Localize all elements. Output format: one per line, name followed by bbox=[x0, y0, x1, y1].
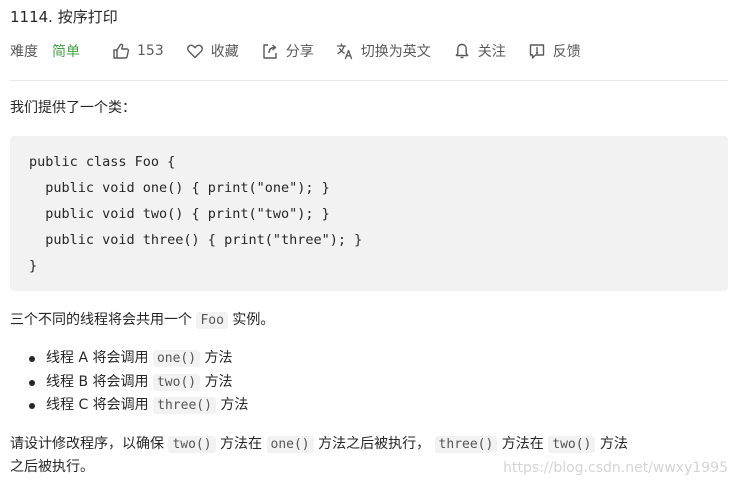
feedback-label: 反馈 bbox=[552, 44, 581, 60]
sentence-text: 三个不同的线程将会共用一个 bbox=[10, 312, 192, 328]
inline-code: one() bbox=[266, 436, 314, 453]
code-line: } bbox=[29, 258, 38, 274]
sentence-text: 方法之后被执行， bbox=[318, 436, 431, 452]
sentence-text: 方法在 bbox=[501, 436, 544, 452]
code-line: public void two() { print("two"); } bbox=[29, 206, 330, 222]
problem-toolbar: 难度 简单 153 收藏 分享 切换为英文 关注 反馈 bbox=[10, 40, 603, 62]
list-item: 线程 B 将会调用 two() 方法 bbox=[29, 371, 248, 395]
code-block: public class Foo { public void one() { p… bbox=[10, 136, 728, 291]
feedback-icon bbox=[528, 42, 546, 60]
inline-code: three() bbox=[153, 397, 216, 414]
list-item: 线程 A 将会调用 one() 方法 bbox=[29, 347, 248, 371]
list-item-text: 线程 A 将会调用 bbox=[46, 350, 149, 366]
share-button[interactable]: 分享 bbox=[261, 41, 314, 61]
intro-text: 我们提供了一个类： bbox=[10, 100, 136, 116]
list-item: 线程 C 将会调用 three() 方法 bbox=[29, 394, 249, 418]
inline-code: Foo bbox=[196, 312, 228, 329]
heart-icon bbox=[186, 42, 204, 60]
follow-label: 关注 bbox=[477, 44, 506, 60]
design-requirement-continued: 之后被执行。 bbox=[10, 459, 94, 475]
bell-icon bbox=[453, 42, 471, 60]
difficulty-label: 难度 bbox=[10, 44, 38, 60]
share-icon bbox=[261, 42, 279, 60]
sentence-text: 请设计修改程序，以确保 bbox=[10, 436, 164, 452]
watermark: https://blog.csdn.net/wwxy1995 bbox=[503, 460, 728, 476]
code-line: public class Foo { bbox=[29, 154, 176, 170]
design-requirement: 请设计修改程序，以确保 two() 方法在 one() 方法之后被执行， thr… bbox=[10, 433, 628, 456]
inline-code: one() bbox=[152, 350, 201, 367]
inline-code: two() bbox=[168, 436, 216, 453]
list-item-text: 方法 bbox=[204, 373, 233, 390]
list-item-text: 方法 bbox=[220, 397, 249, 413]
list-item-text: 线程 B 将会调用 bbox=[46, 373, 149, 390]
list-item-text: 方法 bbox=[204, 350, 233, 366]
sentence-text: 方法 bbox=[599, 436, 628, 452]
difficulty-badge[interactable]: 简单 bbox=[52, 41, 80, 61]
translate-icon bbox=[336, 42, 354, 60]
inline-code: three() bbox=[434, 436, 498, 453]
thread-list: 线程 A 将会调用 one() 方法 线程 B 将会调用 two() 方法 线程… bbox=[10, 347, 248, 418]
list-item-text: 线程 C 将会调用 bbox=[46, 397, 149, 413]
problem-title: 1114. 按序打印 bbox=[10, 8, 118, 26]
code-line: public void one() { print("one"); } bbox=[29, 180, 330, 196]
follow-button[interactable]: 关注 bbox=[453, 41, 506, 61]
translate-label: 切换为英文 bbox=[360, 44, 431, 60]
favorite-button[interactable]: 收藏 bbox=[186, 41, 239, 61]
feedback-button[interactable]: 反馈 bbox=[528, 41, 581, 61]
like-button[interactable]: 153 bbox=[112, 42, 164, 60]
like-count: 153 bbox=[137, 43, 164, 59]
shared-instance-sentence: 三个不同的线程将会共用一个 Foo 实例。 bbox=[10, 309, 274, 332]
header-divider bbox=[10, 80, 728, 81]
sentence-text: 实例。 bbox=[232, 312, 275, 328]
inline-code: two() bbox=[152, 373, 201, 391]
code-line: public void three() { print("three"); } bbox=[29, 232, 363, 248]
inline-code: two() bbox=[548, 436, 596, 453]
translate-button[interactable]: 切换为英文 bbox=[336, 41, 431, 61]
thumbs-up-icon bbox=[112, 42, 130, 60]
favorite-label: 收藏 bbox=[210, 44, 239, 60]
bullet-dot bbox=[29, 356, 35, 362]
bullet-dot bbox=[29, 403, 35, 409]
bullet-dot bbox=[29, 379, 35, 386]
sentence-text: 方法在 bbox=[220, 436, 263, 452]
share-label: 分享 bbox=[285, 44, 314, 60]
